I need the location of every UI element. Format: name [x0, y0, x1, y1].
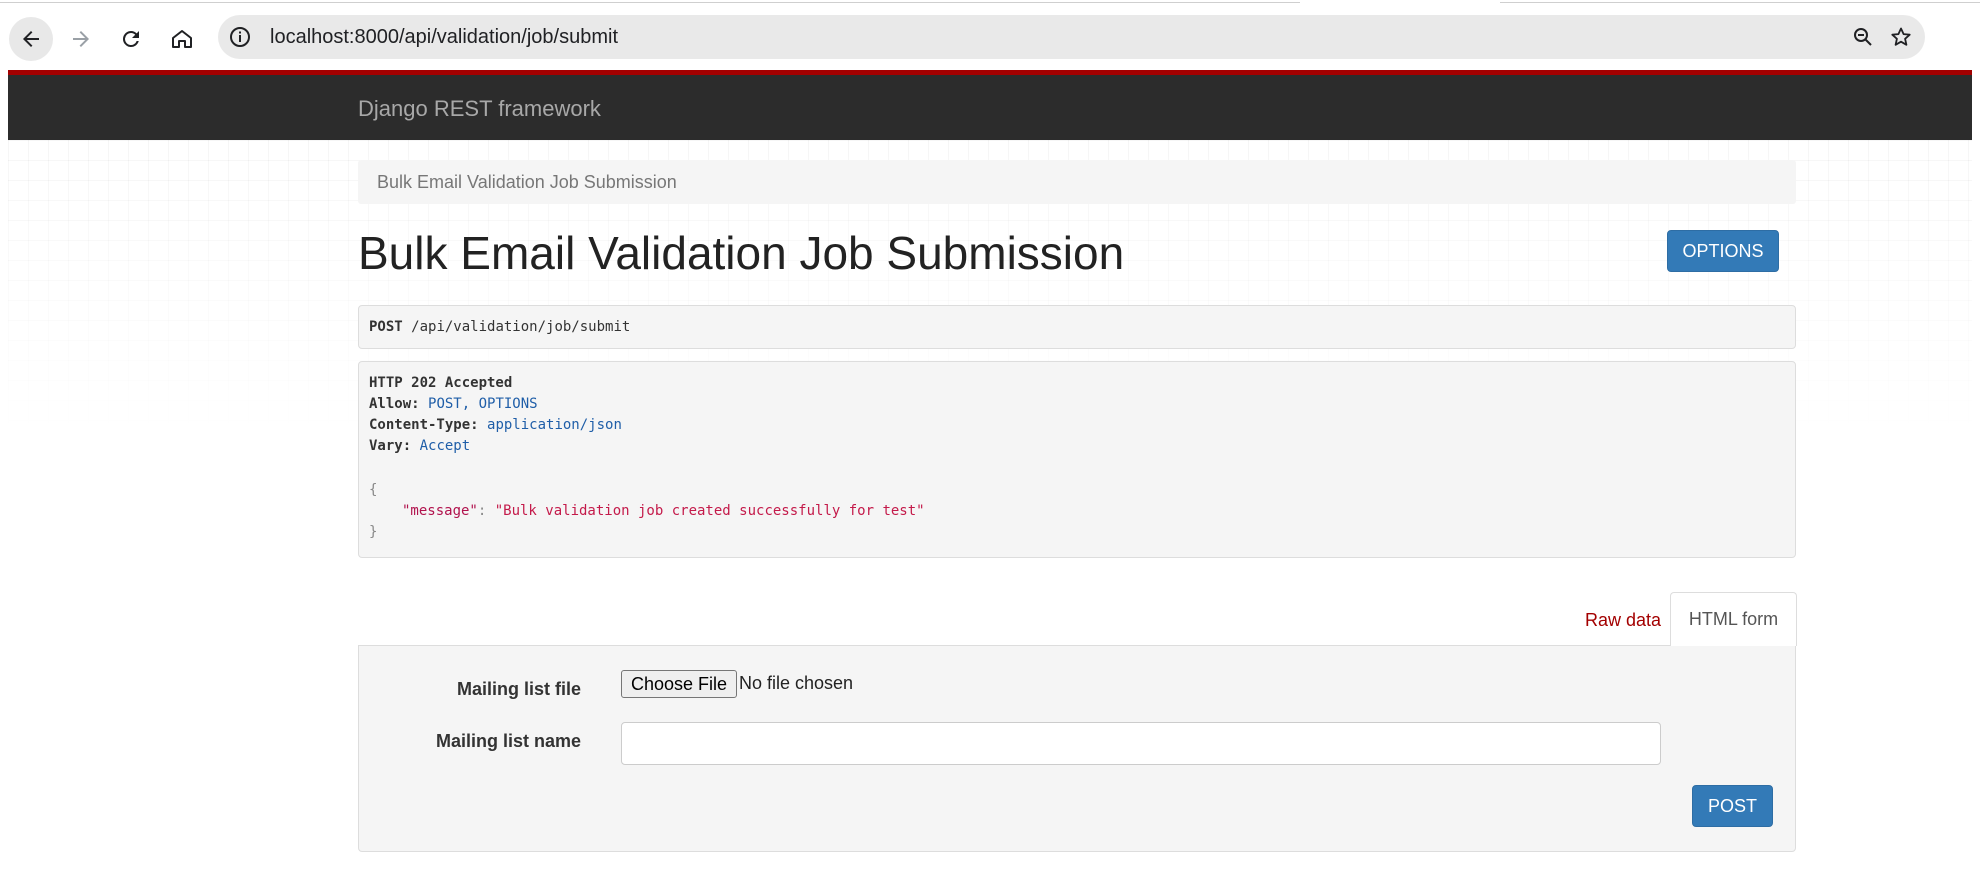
browser-toolbar: localhost:8000/api/validation/job/submit [0, 0, 1980, 70]
header-name: Allow: [369, 396, 420, 412]
request-info: POST /api/validation/job/submit [358, 305, 1796, 349]
response-header-vary: Vary: Accept [369, 438, 470, 454]
header-name: Content-Type: [369, 417, 479, 433]
request-method: POST [369, 319, 403, 335]
header-value: Accept [419, 438, 471, 454]
tab-html-form[interactable]: HTML form [1670, 592, 1797, 646]
mailing-list-name-input[interactable] [621, 722, 1661, 765]
mailing-list-file-label: Mailing list file [456, 679, 581, 699]
json-close-brace: } [369, 524, 378, 540]
json-key: "message" [402, 503, 478, 519]
top-navbar: Django REST framework [8, 70, 1972, 140]
breadcrumb-current: Bulk Email Validation Job Submission [377, 172, 677, 192]
forward-button[interactable] [59, 17, 103, 61]
html-form-panel: Mailing list file Choose File No file ch… [358, 645, 1796, 852]
home-icon [172, 30, 192, 48]
info-icon[interactable] [228, 25, 252, 49]
response-status: HTTP 202 Accepted [369, 375, 513, 391]
header-value: application/json [487, 417, 622, 433]
response-info: HTTP 202 Accepted Allow: POST, OPTIONS C… [358, 361, 1796, 558]
breadcrumb: Bulk Email Validation Job Submission [358, 160, 1796, 204]
page-title: Bulk Email Validation Job Submission [358, 227, 1125, 279]
tab-strip-edge [0, 0, 1980, 4]
address-bar[interactable]: localhost:8000/api/validation/job/submit [218, 15, 1925, 59]
bookmark-star-icon[interactable] [1889, 25, 1913, 49]
options-button[interactable]: OPTIONS [1667, 230, 1779, 272]
header-value: POST, OPTIONS [428, 396, 538, 412]
arrow-right-icon [73, 31, 89, 47]
json-message-line: "message": "Bulk validation job created … [402, 503, 925, 519]
home-button[interactable] [160, 17, 204, 61]
json-open-brace: { [369, 482, 378, 498]
json-colon: : [477, 503, 495, 519]
mailing-list-name-label: Mailing list name [435, 731, 581, 751]
post-button[interactable]: POST [1692, 785, 1773, 827]
navbar-brand[interactable]: Django REST framework [358, 96, 601, 122]
reload-button[interactable] [109, 17, 153, 61]
back-button[interactable] [9, 17, 53, 61]
file-status-text: No file chosen [739, 673, 854, 693]
json-value: "Bulk validation job created successfull… [494, 503, 925, 519]
request-path: /api/validation/job/submit [411, 319, 631, 335]
zoom-icon[interactable] [1851, 25, 1875, 49]
response-header-allow: Allow: POST, OPTIONS [369, 396, 538, 412]
address-url[interactable]: localhost:8000/api/validation/job/submit [270, 26, 618, 49]
arrow-left-icon [23, 31, 39, 47]
tab-raw-data[interactable]: Raw data [1573, 594, 1673, 646]
reload-icon [123, 30, 139, 47]
choose-file-button[interactable]: Choose File [621, 670, 737, 698]
response-header-content-type: Content-Type: application/json [369, 417, 622, 433]
header-name: Vary: [369, 438, 412, 454]
